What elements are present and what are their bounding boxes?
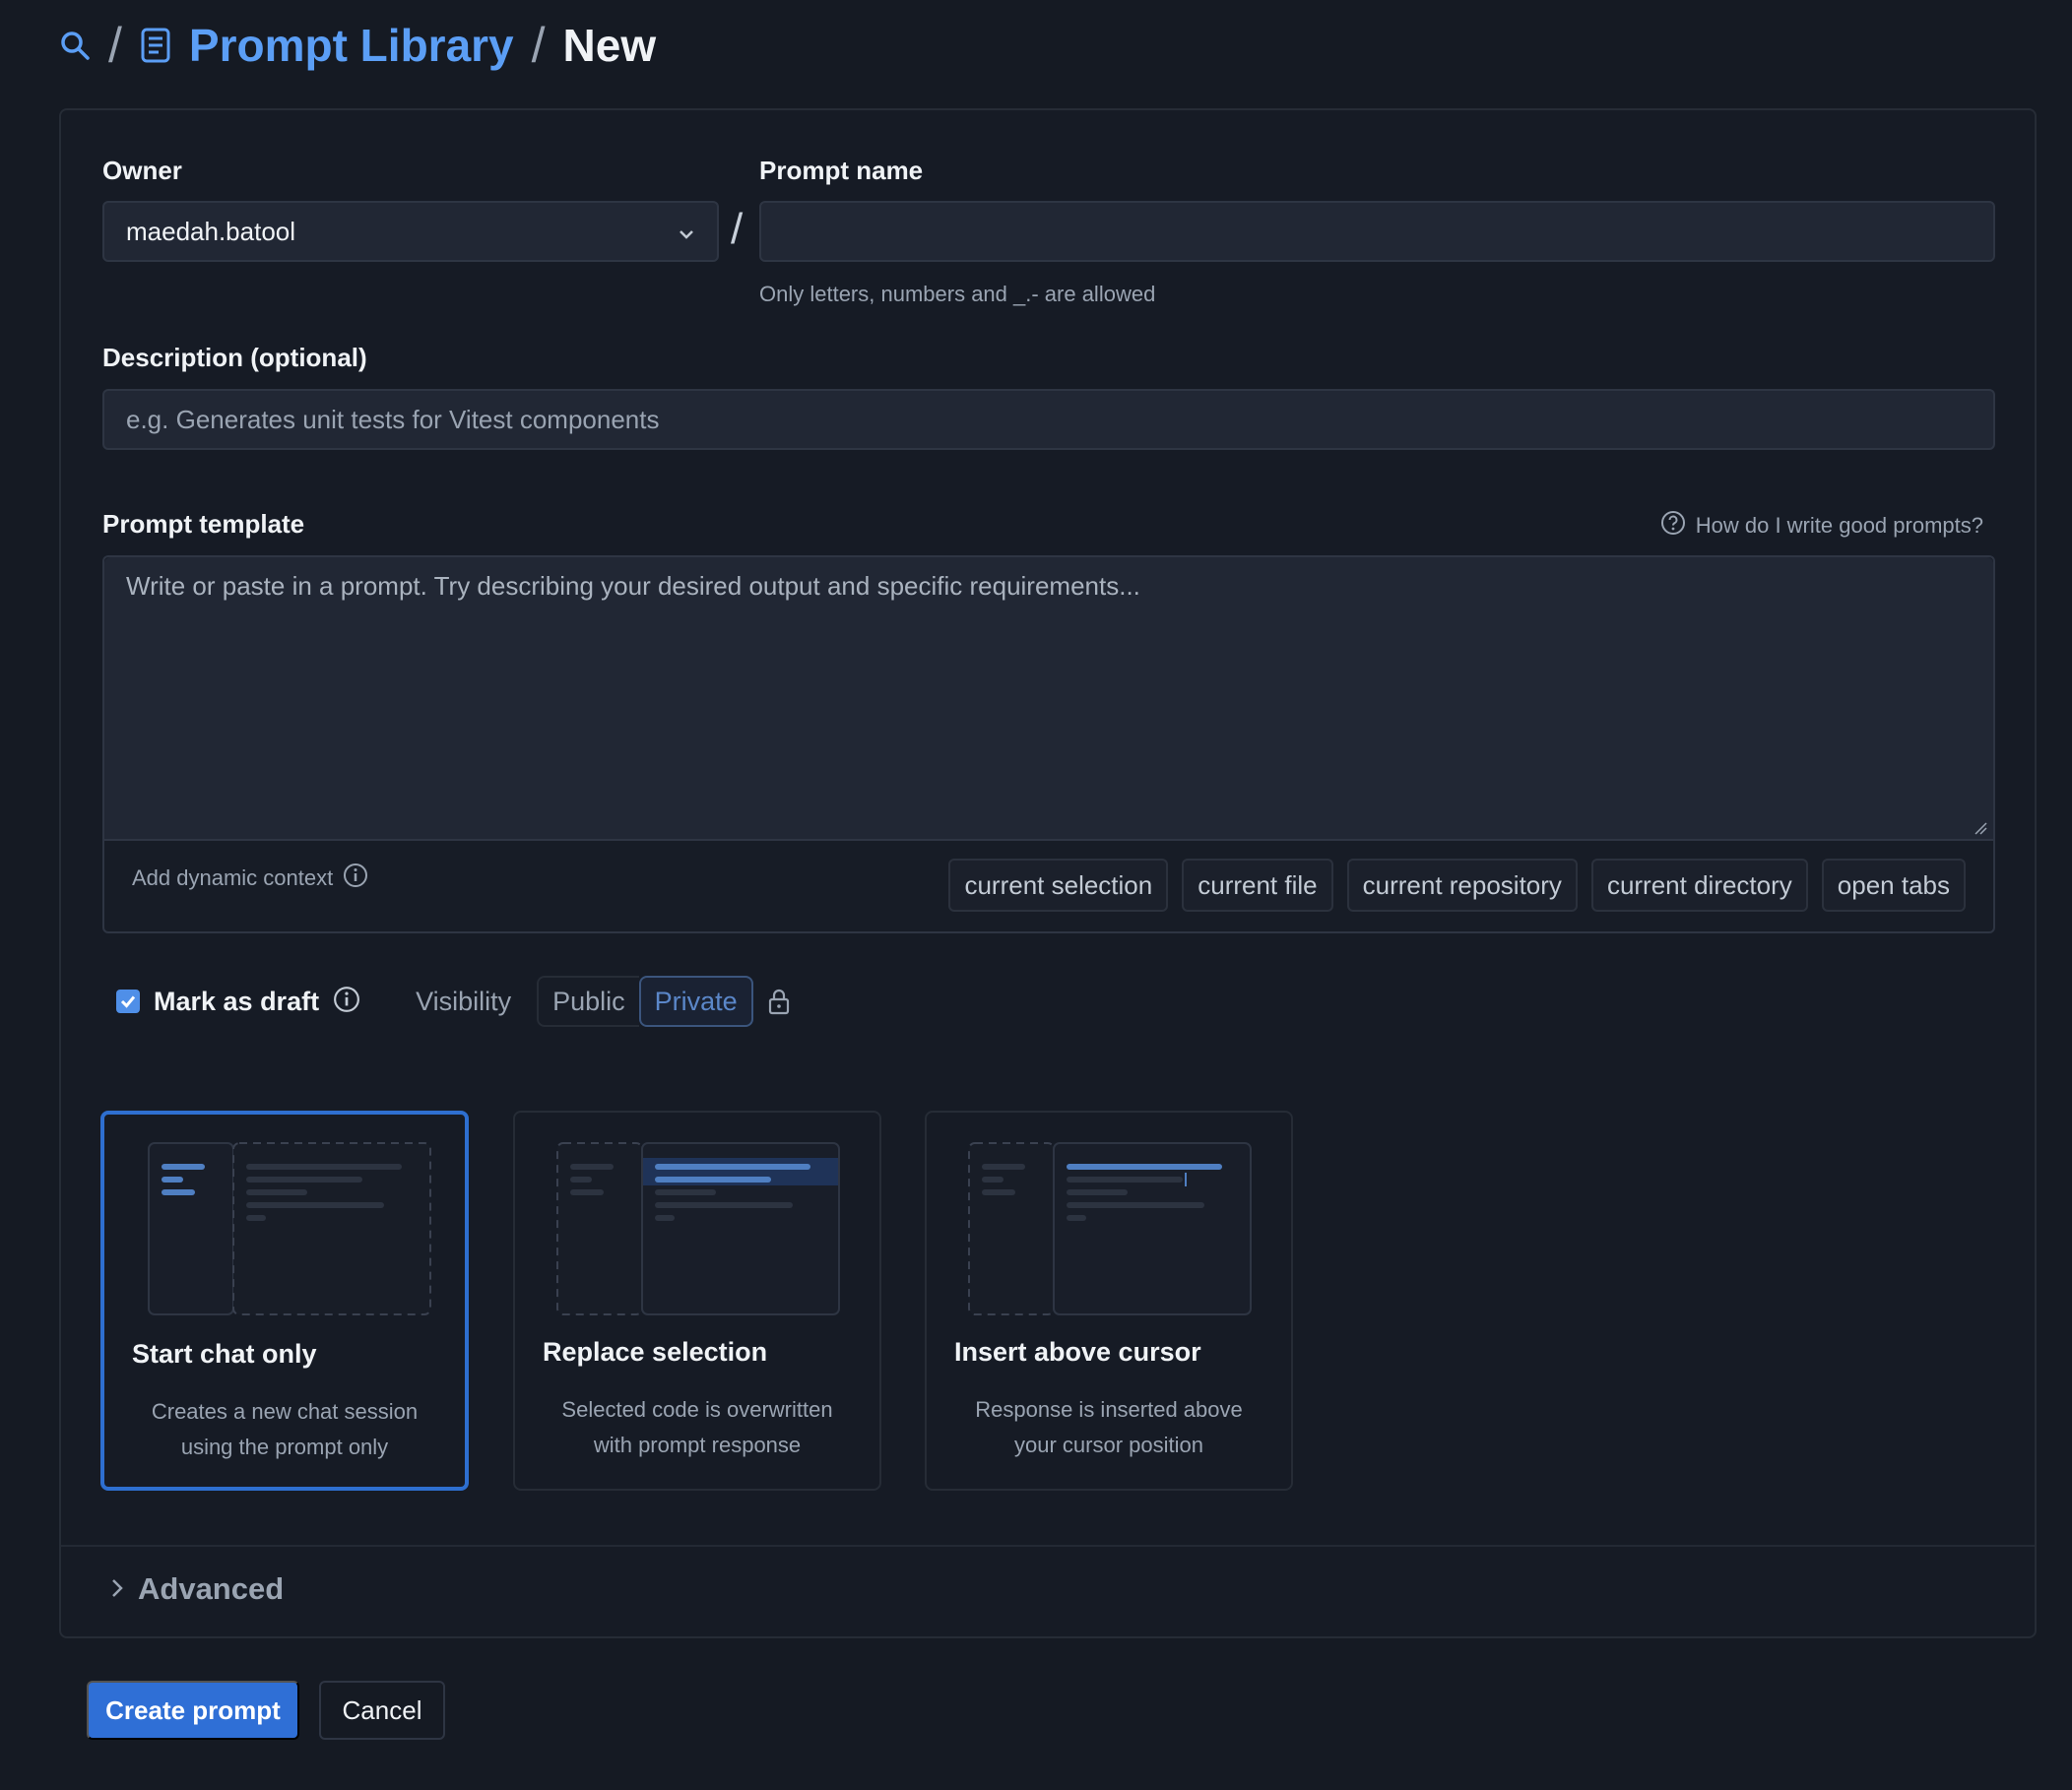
owner-select[interactable]: maedah.batool — [102, 201, 719, 262]
visibility-toggle: Public Private — [537, 976, 753, 1027]
mode-description: Creates a new chat session using the pro… — [124, 1394, 445, 1465]
prompt-template-label: Prompt template — [102, 509, 305, 539]
mode-description-line: with prompt response — [593, 1433, 802, 1457]
mode-description-line: your cursor position — [1014, 1433, 1203, 1457]
visibility-private-option[interactable]: Private — [638, 976, 753, 1027]
chip-current-file[interactable]: current file — [1182, 859, 1333, 912]
mode-description-line: Response is inserted above — [975, 1397, 1243, 1422]
owner-name-separator: / — [731, 205, 744, 253]
description-label: Description (optional) — [102, 343, 367, 372]
mode-description-line: Creates a new chat session — [151, 1399, 419, 1424]
prompt-name-label: Prompt name — [759, 156, 924, 185]
visibility-public-option[interactable]: Public — [537, 976, 639, 1027]
breadcrumb-prompt-library-link[interactable]: Prompt Library — [189, 19, 514, 72]
draft-visibility-row: Mark as draft Visibility Public Private — [116, 975, 791, 1028]
prompt-template-box: Write or paste in a prompt. Try describi… — [102, 555, 1995, 933]
advanced-toggle[interactable]: Advanced — [110, 1571, 284, 1607]
chevron-down-icon — [678, 217, 695, 247]
owner-label: Owner — [102, 156, 182, 185]
breadcrumb-separator: / — [108, 18, 122, 73]
mark-as-draft-label[interactable]: Mark as draft — [154, 987, 319, 1017]
insert-cursor-preview-icon — [968, 1142, 1254, 1320]
breadcrumb: / Prompt Library / New — [59, 18, 656, 73]
search-icon[interactable] — [59, 30, 91, 61]
mode-description: Selected code is overwritten with prompt… — [535, 1392, 860, 1463]
visibility-label: Visibility — [416, 986, 512, 1016]
advanced-label: Advanced — [138, 1571, 285, 1606]
dynamic-context-text: Add dynamic context — [132, 865, 334, 890]
chip-current-directory[interactable]: current directory — [1590, 859, 1808, 912]
advanced-divider — [61, 1545, 2035, 1547]
breadcrumb-separator: / — [531, 18, 546, 73]
mode-description-line: Selected code is overwritten — [561, 1397, 833, 1422]
description-placeholder: e.g. Generates unit tests for Vitest com… — [126, 404, 660, 434]
mode-insert-above-cursor[interactable]: Insert above cursor Response is inserted… — [925, 1111, 1293, 1491]
mode-replace-selection[interactable]: Replace selection Selected code is overw… — [513, 1111, 881, 1491]
mark-as-draft-checkbox[interactable] — [116, 990, 140, 1013]
prompt-help-text: How do I write good prompts? — [1695, 513, 1983, 538]
prompt-template-placeholder: Write or paste in a prompt. Try describi… — [126, 571, 1140, 601]
mode-start-chat-only[interactable]: Start chat only Creates a new chat sessi… — [100, 1111, 469, 1491]
mode-title: Start chat only — [132, 1339, 317, 1369]
cancel-button[interactable]: Cancel — [319, 1681, 445, 1740]
lock-icon — [767, 988, 791, 1015]
mode-description: Response is inserted above your cursor p… — [946, 1392, 1271, 1463]
chevron-right-icon — [110, 1571, 124, 1607]
chip-current-selection[interactable]: current selection — [948, 859, 1169, 912]
mode-description-line: using the prompt only — [180, 1435, 389, 1459]
info-icon[interactable] — [333, 986, 360, 1018]
book-icon — [140, 27, 171, 64]
chip-open-tabs[interactable]: open tabs — [1821, 859, 1966, 912]
info-icon[interactable] — [343, 863, 368, 894]
context-chips: current selection current file current r… — [948, 859, 1966, 912]
page-title: New — [562, 20, 657, 71]
resize-handle-icon[interactable] — [1974, 821, 1987, 835]
dynamic-context-label: Add dynamic context — [132, 863, 368, 894]
prompt-help-link[interactable]: How do I write good prompts? — [1660, 510, 1983, 542]
prompt-name-input[interactable] — [759, 201, 1995, 262]
owner-value: maedah.batool — [126, 216, 296, 246]
prompt-template-textarea[interactable]: Write or paste in a prompt. Try describi… — [104, 557, 1993, 841]
create-prompt-button[interactable]: Create prompt — [87, 1681, 299, 1740]
description-input[interactable]: e.g. Generates unit tests for Vitest com… — [102, 389, 1995, 450]
chip-current-repository[interactable]: current repository — [1346, 859, 1578, 912]
question-circle-icon — [1660, 510, 1686, 542]
prompt-name-hint: Only letters, numbers and _.- are allowe… — [759, 282, 1156, 306]
start-chat-preview-icon — [148, 1142, 433, 1320]
mode-title: Insert above cursor — [954, 1337, 1201, 1367]
replace-selection-preview-icon — [556, 1142, 842, 1320]
mode-title: Replace selection — [543, 1337, 768, 1367]
